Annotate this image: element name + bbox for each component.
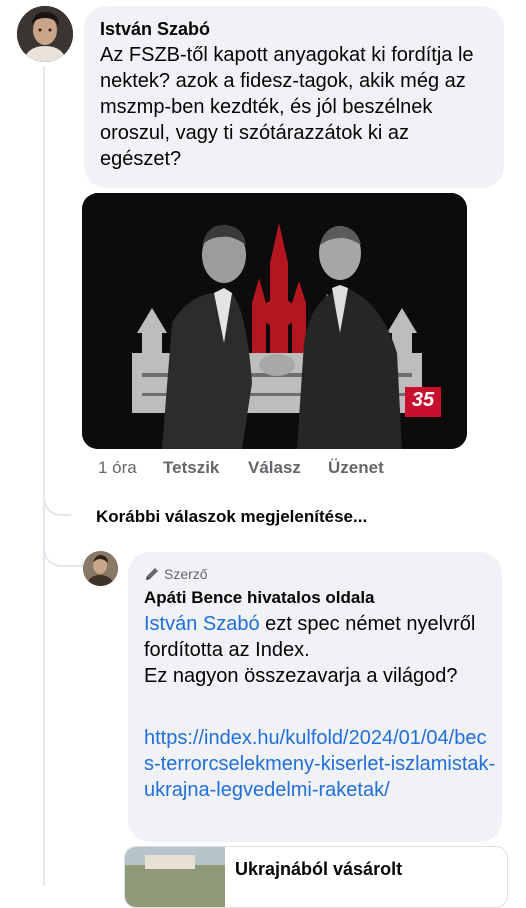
comment-bubble: István Szabó Az FSZB-től kapott anyagoka… bbox=[84, 6, 504, 188]
reply-text: István Szabó ezt spec német nyelvről for… bbox=[144, 611, 484, 663]
comment-text: Az FSZB-től kapott anyagokat ki fordítja… bbox=[100, 44, 474, 170]
like-button[interactable]: Tetszik bbox=[163, 458, 219, 478]
thread-line bbox=[43, 66, 45, 886]
thread-connector bbox=[43, 486, 71, 516]
avatar-portrait bbox=[17, 6, 73, 62]
reply-button[interactable]: Válasz bbox=[248, 458, 301, 478]
comment-photo[interactable]: 35 bbox=[82, 193, 467, 449]
author-badge-label: Szerző bbox=[164, 566, 208, 582]
reply-author[interactable]: Apáti Bence hivatalos oldala bbox=[144, 587, 375, 609]
thread-connector-reply bbox=[43, 535, 83, 567]
pencil-icon bbox=[146, 568, 158, 580]
link-preview-thumbnail bbox=[125, 847, 225, 907]
mention-link[interactable]: István Szabó bbox=[144, 613, 260, 635]
link-preview-card[interactable]: Ukrajnából vásárolt bbox=[124, 846, 508, 908]
link-preview-title: Ukrajnából vásárolt bbox=[235, 859, 403, 879]
avatar[interactable] bbox=[17, 6, 73, 62]
reply-avatar-portrait bbox=[83, 551, 118, 586]
comment-author[interactable]: István Szabó bbox=[100, 18, 210, 40]
reply-avatar[interactable] bbox=[83, 551, 118, 586]
brand-badge-label: 35 bbox=[411, 389, 435, 411]
article-link[interactable]: https://index.hu/kulfold/2024/01/04/becs… bbox=[144, 725, 496, 803]
comment-time[interactable]: 1 óra bbox=[98, 458, 137, 478]
reply-text-line: Ez nagyon összezavarja a világod? bbox=[144, 665, 458, 687]
author-badge: Szerző bbox=[144, 566, 208, 582]
show-previous-replies-link[interactable]: Korábbi válaszok megjelenítése... bbox=[96, 507, 367, 527]
message-button[interactable]: Üzenet bbox=[328, 458, 384, 478]
